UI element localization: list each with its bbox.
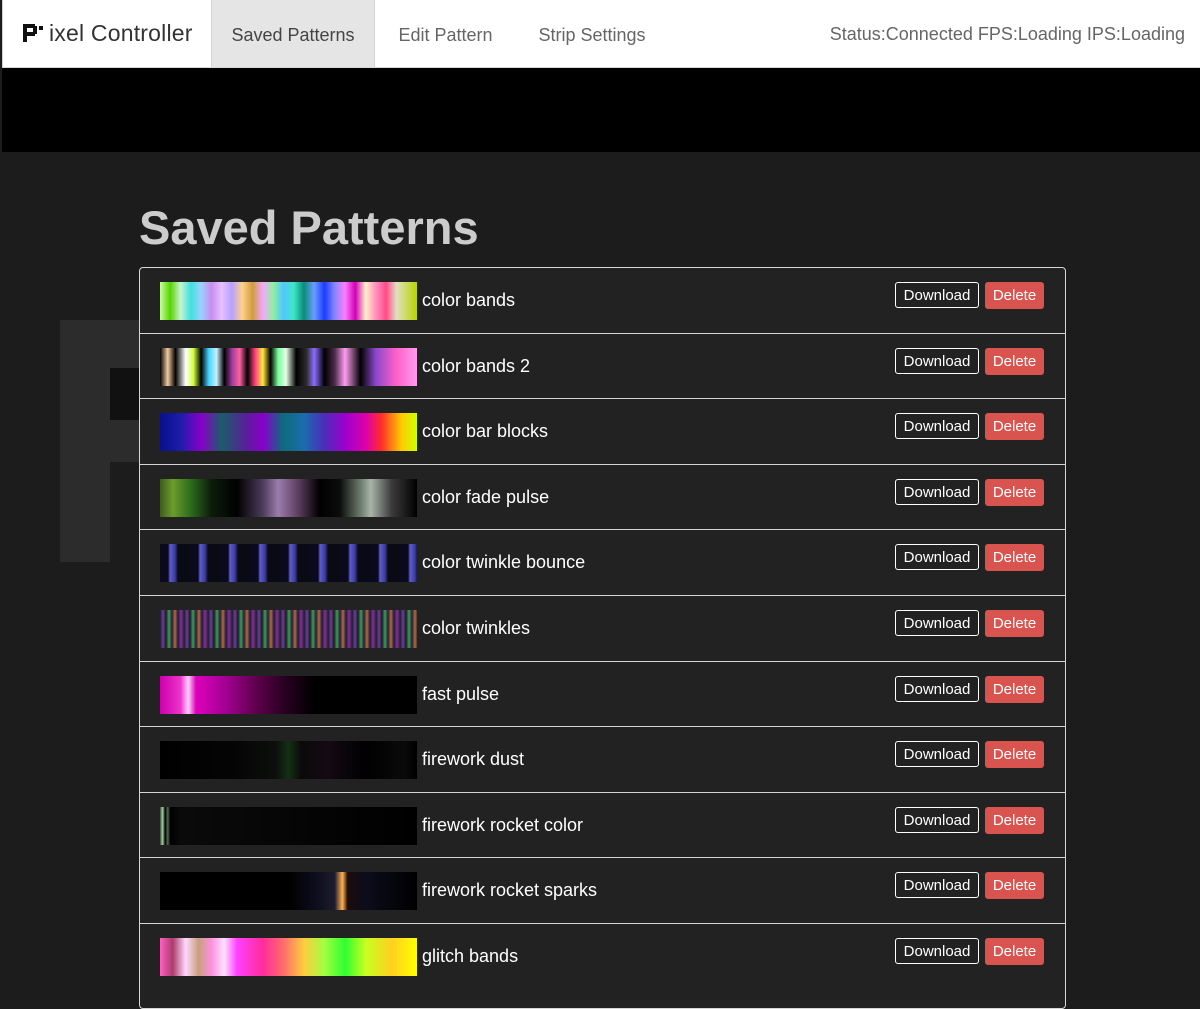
pattern-preview[interactable] [160,675,417,714]
brand[interactable]: ixel Controller [21,18,193,48]
pattern-row[interactable]: firework rocket color Download Delete [140,793,1065,859]
pattern-name[interactable]: color twinkle bounce [422,530,585,594]
download-button[interactable]: Download [895,741,979,768]
pattern-list: color bands Download Delete color bands 2 Do… [139,267,1066,1009]
page-title: Saved Patterns [139,201,479,254]
pattern-row[interactable]: color twinkle bounce Download Delete [140,530,1065,596]
download-button[interactable]: Download [895,609,979,636]
pattern-preview[interactable] [160,806,417,845]
delete-button[interactable]: Delete [985,741,1044,769]
download-button[interactable]: Download [895,413,979,440]
pattern-preview[interactable] [160,282,417,320]
pattern-name[interactable]: color fade pulse [422,465,549,529]
download-button[interactable]: Download [895,937,979,964]
pattern-row[interactable]: color bands 2 Download Delete [140,334,1065,400]
brand-text: ixel Controller [49,19,193,46]
tab-strip-settings[interactable]: Strip Settings [519,0,665,67]
pattern-preview[interactable] [160,609,417,648]
pattern-preview[interactable] [160,872,417,911]
pattern-name[interactable]: firework dust [422,727,524,791]
pixel-logo-icon [21,22,43,44]
download-button[interactable]: Download [895,806,979,833]
pattern-row[interactable]: firework rocket sparks Download Delete [140,858,1065,924]
delete-button[interactable]: Delete [985,872,1044,900]
delete-button[interactable]: Delete [985,806,1044,834]
download-button[interactable]: Download [895,478,979,505]
pattern-name[interactable]: firework rocket color [422,793,583,857]
pattern-preview[interactable] [160,413,417,452]
pattern-name[interactable]: color bar blocks [422,399,548,463]
download-button[interactable]: Download [895,347,979,374]
pattern-preview[interactable] [160,544,417,583]
download-button[interactable]: Download [895,544,979,571]
pattern-row[interactable]: fast pulse Download Delete [140,662,1065,728]
pattern-row[interactable]: glitch bands Download Delete [140,924,1065,990]
pattern-row[interactable]: color bar blocks Download Delete [140,399,1065,465]
delete-button[interactable]: Delete [985,544,1044,572]
pattern-name[interactable]: fast pulse [422,662,499,726]
tab-saved-patterns[interactable]: Saved Patterns [211,0,375,67]
pattern-name[interactable]: firework rocket sparks [422,858,597,922]
delete-button[interactable]: Delete [985,609,1044,637]
pattern-preview[interactable] [160,741,417,780]
pattern-row[interactable]: color bands Download Delete [140,268,1065,334]
status-text: Status:Connected FPS:Loading IPS:Loading [829,24,1185,44]
pattern-preview[interactable] [160,937,417,976]
pattern-preview[interactable] [160,347,417,386]
black-banner [2,68,1200,152]
tab-edit-pattern[interactable]: Edit Pattern [378,0,513,67]
delete-button[interactable]: Delete [985,478,1044,506]
download-button[interactable]: Download [895,872,979,899]
delete-button[interactable]: Delete [985,282,1044,309]
pattern-row[interactable]: color twinkles Download Delete [140,596,1065,662]
pattern-row[interactable]: firework dust Download Delete [140,727,1065,793]
delete-button[interactable]: Delete [985,675,1044,703]
download-button[interactable]: Download [895,675,979,702]
navbar: ixel Controller Saved Patterns Edit Patt… [2,0,1200,68]
download-button[interactable]: Download [895,282,979,308]
pattern-name[interactable]: color bands [422,268,515,332]
pattern-row[interactable]: color fade pulse Download Delete [140,465,1065,531]
pattern-name[interactable]: color twinkles [422,596,530,660]
delete-button[interactable]: Delete [985,347,1044,375]
pattern-preview[interactable] [160,478,417,517]
pattern-name[interactable]: glitch bands [422,924,518,988]
delete-button[interactable]: Delete [985,413,1044,441]
pattern-name[interactable]: color bands 2 [422,334,530,398]
delete-button[interactable]: Delete [985,937,1044,965]
